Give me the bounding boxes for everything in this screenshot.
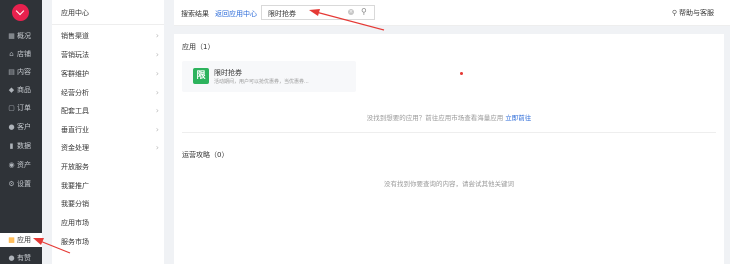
menu-item-label: 配套工具 (61, 107, 89, 115)
chevron-right-icon: › (155, 88, 159, 97)
sidebar-item-label: 应用 (17, 236, 31, 244)
chevron-right-icon: › (155, 106, 159, 115)
sidebar-item-orders[interactable]: ▢ 订单 (0, 101, 42, 115)
sidebar-item-settings[interactable]: ⚙ 设置 (0, 177, 42, 191)
sidebar-item-label: 内容 (17, 68, 31, 76)
main-content: 应用（1） 限 限时抢券 活动期间，用户可以抢优惠券，当优惠券... 没找到想要… (174, 34, 724, 264)
menu-item-customer-care[interactable]: 客群维护 › (61, 69, 159, 79)
cursor-marker (460, 72, 463, 75)
menu-item-analysis[interactable]: 经营分析 › (61, 88, 159, 98)
search-icon[interactable]: ⚲ (361, 7, 367, 16)
menu-item-label: 我要推广 (61, 182, 89, 190)
help-label: 帮助与客服 (679, 9, 714, 17)
menu-item-label: 我要分销 (61, 200, 89, 208)
chevron-right-icon: › (155, 143, 159, 152)
help-button[interactable]: ⚲ 帮助与客服 (672, 8, 714, 18)
sidebar-item-label: 订单 (17, 104, 31, 112)
sidebar-item-label: 客户 (17, 123, 31, 131)
menu-item-distribute[interactable]: 我要分销 (61, 199, 159, 209)
menu-item-service-market[interactable]: 服务市场 (61, 237, 159, 247)
apps-hint-text: 没找到想要的应用？前往应用市场查看海量应用 (366, 114, 504, 122)
menu-item-label: 垂直行业 (61, 126, 89, 134)
apps-section-title: 应用（1） (182, 43, 215, 51)
menu-item-label: 客群维护 (61, 70, 89, 78)
clear-icon[interactable]: × (348, 9, 354, 15)
sidebar-item-label: 店铺 (17, 50, 31, 58)
sidebar-item-assets[interactable]: ◉ 资产 (0, 158, 42, 172)
sidebar-item-label: 商品 (17, 86, 31, 94)
menu-item-label: 经营分析 (61, 89, 89, 97)
secondary-menu: 应用中心 销售渠道 › 营销玩法 › 客群维护 › 经营分析 › 配套工具 › 垂直行业 ›… (52, 0, 164, 264)
content-icon: ▤ (8, 68, 15, 76)
chevron-right-icon: › (155, 69, 159, 78)
sidebar-item-customers[interactable]: ● 客户 (0, 120, 42, 134)
menu-item-open-service[interactable]: 开放服务 (61, 162, 159, 172)
go-now-link[interactable]: 立即前往 (505, 114, 531, 122)
menu-item-funds[interactable]: 资金处理 › (61, 143, 159, 153)
app-icon: 限 (193, 68, 209, 84)
sidebar-item-label: 设置 (17, 180, 31, 188)
sidebar-item-label: 资产 (17, 161, 31, 169)
asset-icon: ◉ (8, 161, 15, 169)
apps-hint: 没找到想要的应用？前往应用市场查看海量应用 立即前往 (174, 112, 724, 122)
chart-icon: ▮ (9, 142, 14, 150)
section-divider (182, 132, 716, 133)
back-to-app-center-link[interactable]: 返回应用中心 (215, 9, 257, 19)
menu-item-label: 销售渠道 (61, 32, 89, 40)
primary-sidebar: ▦ 概况 ⌂ 店铺 ▤ 内容 ◆ 商品 ▢ 订单 ● 客户 ▮ 数据 ◉ 资产 ⚙ 设置 ▦ 应用 … (0, 0, 42, 264)
apps-icon: ▦ (8, 236, 15, 244)
chevron-right-icon: › (155, 125, 159, 134)
menu-item-label: 营销玩法 (61, 51, 89, 59)
order-icon: ▢ (8, 104, 15, 112)
top-bar: 搜索结果 返回应用中心 限时抢券 × ⚲ ⚲ 帮助与客服 (174, 0, 730, 26)
sidebar-item-label: 概况 (17, 32, 31, 40)
sidebar-item-goods[interactable]: ◆ 商品 (0, 83, 42, 97)
settings-icon: ⚙ (8, 180, 15, 188)
guide-empty-text: 没有找到你要查询的内容，请尝试其他关键词 (384, 180, 514, 188)
sidebar-item-apps[interactable]: ▦ 应用 (0, 233, 42, 247)
sidebar-item-youzan[interactable]: ● 有赞 (0, 251, 42, 264)
sidebar-item-data[interactable]: ▮ 数据 (0, 139, 42, 153)
chevron-right-icon: › (155, 50, 159, 59)
menu-item-vertical[interactable]: 垂直行业 › (61, 125, 159, 135)
menu-item-marketing[interactable]: 营销玩法 › (61, 50, 159, 60)
sidebar-item-content[interactable]: ▤ 内容 (0, 65, 42, 79)
app-description: 活动期间，用户可以抢优惠券，当优惠券... (214, 79, 309, 85)
like-icon: ● (8, 254, 15, 262)
tag-icon: ◆ (8, 86, 15, 94)
menu-item-tools[interactable]: 配套工具 › (61, 106, 159, 116)
menu-item-label: 开放服务 (61, 163, 89, 171)
search-input[interactable]: 限时抢券 × ⚲ (261, 5, 375, 20)
sidebar-item-label: 数据 (17, 142, 31, 150)
shop-icon: ⌂ (9, 50, 14, 58)
menu-item-label: 服务市场 (61, 238, 89, 246)
chevron-right-icon: › (155, 31, 159, 40)
grid-icon: ▦ (8, 32, 15, 40)
menu-item-promote[interactable]: 我要推广 (61, 181, 159, 191)
menu-item-label: 应用市场 (61, 219, 89, 227)
customer-icon: ● (8, 123, 15, 131)
guide-section-title: 运营攻略（0） (182, 151, 229, 159)
search-input-value: 限时抢券 (268, 10, 296, 18)
sidebar-item-label: 有赞 (17, 254, 31, 262)
search-results-label: 搜索结果 (181, 10, 209, 18)
logo-icon[interactable] (12, 4, 29, 21)
sidebar-item-overview[interactable]: ▦ 概况 (0, 29, 42, 43)
search-icon: ⚲ (671, 9, 677, 17)
app-card[interactable]: 限 限时抢券 活动期间，用户可以抢优惠券，当优惠券... (182, 61, 356, 92)
menu-divider (52, 24, 164, 25)
sidebar-item-shop[interactable]: ⌂ 店铺 (0, 47, 42, 61)
menu-item-label: 资金处理 (61, 144, 89, 152)
menu-title: 应用中心 (61, 9, 89, 17)
app-name: 限时抢券 (214, 69, 242, 77)
menu-item-sales-channel[interactable]: 销售渠道 › (61, 31, 159, 41)
menu-item-app-market[interactable]: 应用市场 (61, 218, 159, 228)
